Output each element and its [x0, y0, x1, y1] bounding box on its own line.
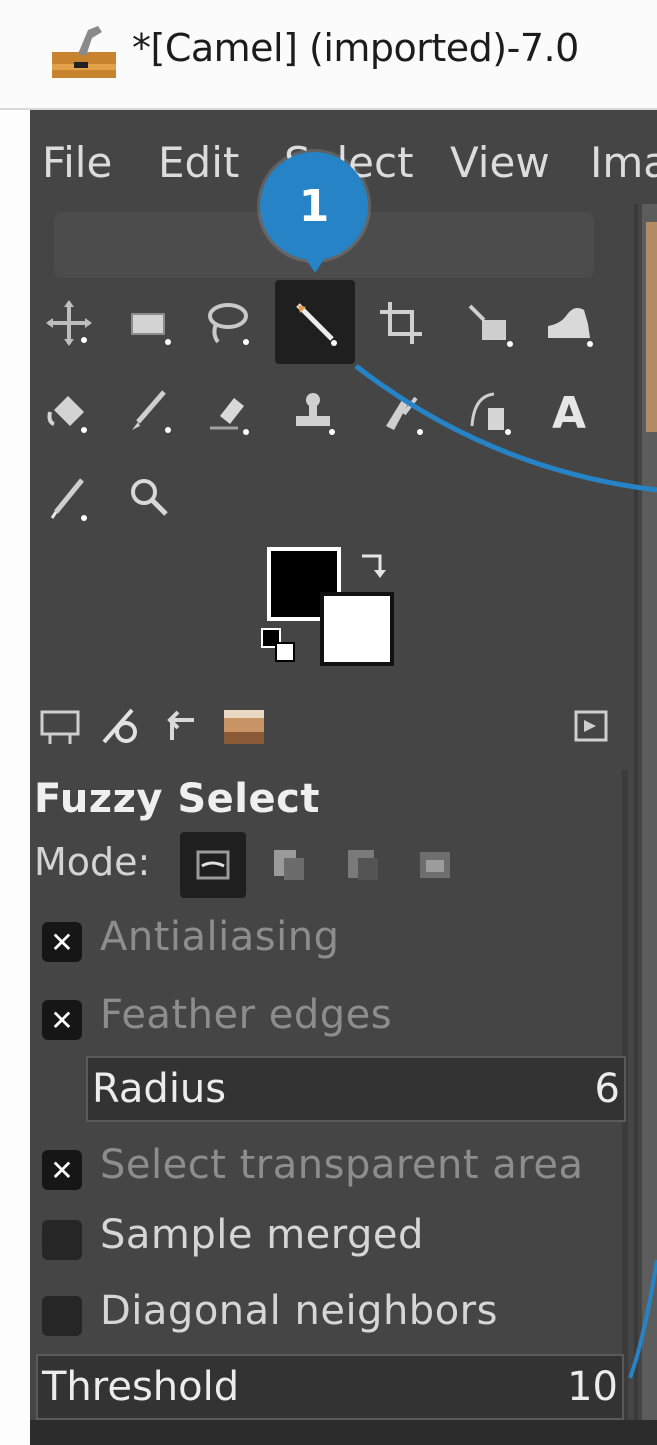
- bucket-fill-tool[interactable]: [34, 376, 104, 446]
- mode-subtract-button[interactable]: [330, 832, 396, 898]
- antialiasing-option[interactable]: ✕ Antialiasing: [38, 906, 638, 976]
- move-icon: [46, 300, 92, 346]
- clone-tool[interactable]: [278, 376, 348, 446]
- default-colors-icon[interactable]: [260, 627, 300, 667]
- magnifier-icon: [131, 479, 168, 516]
- paths-icon: [470, 392, 511, 435]
- eraser-tool[interactable]: [192, 376, 262, 446]
- paths-tool[interactable]: [454, 376, 524, 446]
- rect-select-tool[interactable]: [114, 288, 184, 358]
- window-title: *[Camel] (imported)-7.0: [132, 26, 579, 70]
- rect-select-icon: [131, 313, 171, 345]
- clone-stamp-icon: [296, 393, 335, 435]
- step-badge: 1: [260, 152, 368, 260]
- move-tool[interactable]: [34, 288, 104, 358]
- tool-options-tab[interactable]: [32, 698, 88, 754]
- magic-wand-icon: [296, 303, 337, 346]
- smudge-tool[interactable]: [366, 376, 436, 446]
- add-mode-icon: [274, 850, 304, 880]
- warp-transform-tool[interactable]: [534, 288, 604, 358]
- device-status-tab-icon: [102, 708, 137, 744]
- select-transparent-option[interactable]: ✕ Select transparent area: [38, 1134, 634, 1204]
- threshold-spinscale[interactable]: Threshold 10: [36, 1354, 624, 1420]
- threshold-label: Threshold: [42, 1364, 240, 1410]
- eyedropper-icon: [50, 478, 87, 521]
- color-picker-tool[interactable]: [34, 462, 104, 532]
- menu-view[interactable]: View: [450, 138, 550, 187]
- bucket-icon: [47, 396, 87, 433]
- menu-edit[interactable]: Edit: [158, 138, 239, 187]
- mode-add-button[interactable]: [256, 832, 322, 898]
- mode-label: Mode:: [34, 840, 151, 884]
- diagonal-neighbors-checkbox[interactable]: [42, 1296, 82, 1336]
- warp-icon: [548, 308, 593, 347]
- free-select-tool[interactable]: [192, 288, 262, 358]
- dock-tab-bar: [30, 688, 657, 764]
- threshold-value: 10: [567, 1364, 618, 1410]
- paintbrush-tool[interactable]: [114, 376, 184, 446]
- step-badge-pointer: [302, 253, 328, 273]
- feather-edges-checkbox[interactable]: ✕: [42, 1000, 82, 1040]
- sample-merged-checkbox[interactable]: [42, 1220, 82, 1260]
- text-icon: A: [552, 388, 586, 436]
- images-tab[interactable]: [216, 698, 272, 754]
- intersect-mode-icon: [420, 852, 450, 878]
- transform-icon: [468, 304, 513, 347]
- smudge-icon: [386, 396, 423, 435]
- canvas-image-edge: [646, 222, 657, 432]
- crop-tool[interactable]: [366, 288, 436, 358]
- title-bar: *[Camel] (imported)-7.0: [0, 0, 657, 110]
- sample-merged-option[interactable]: Sample merged: [38, 1204, 638, 1274]
- menu-file[interactable]: File: [42, 138, 112, 187]
- eraser-icon: [210, 398, 249, 435]
- subtract-mode-icon: [348, 850, 378, 880]
- replace-mode-icon: [196, 850, 230, 880]
- antialiasing-label: Antialiasing: [100, 914, 340, 960]
- zoom-tool[interactable]: [114, 462, 184, 532]
- undo-history-tab[interactable]: [154, 698, 210, 754]
- tool-options-title: Fuzzy Select: [34, 776, 320, 822]
- radius-value: 6: [594, 1066, 620, 1112]
- sample-merged-label: Sample merged: [100, 1212, 424, 1258]
- background-color-swatch[interactable]: [320, 592, 394, 666]
- feather-edges-label: Feather edges: [100, 992, 393, 1038]
- brush-icon: [132, 390, 171, 433]
- dock-menu-icon: [574, 710, 608, 742]
- dock-menu-button[interactable]: [564, 698, 620, 754]
- undo-history-tab-icon: [167, 710, 194, 740]
- antialiasing-checkbox[interactable]: ✕: [42, 922, 82, 962]
- menu-image[interactable]: Ima: [590, 138, 657, 187]
- feather-edges-option[interactable]: ✕ Feather edges: [38, 984, 638, 1054]
- diagonal-neighbors-option[interactable]: Diagonal neighbors: [38, 1280, 638, 1350]
- unified-transform-tool[interactable]: [454, 288, 524, 358]
- device-status-tab[interactable]: [92, 698, 148, 754]
- diagonal-neighbors-label: Diagonal neighbors: [100, 1288, 498, 1334]
- lasso-icon: [208, 303, 249, 345]
- images-tab-icon: [224, 710, 264, 744]
- mode-replace-button[interactable]: [180, 832, 246, 898]
- fuzzy-select-tool[interactable]: [275, 280, 355, 364]
- select-transparent-checkbox[interactable]: ✕: [42, 1150, 82, 1190]
- radius-spinscale[interactable]: Radius 6: [86, 1056, 626, 1122]
- gimp-icon: [52, 26, 116, 78]
- crop-icon: [380, 302, 422, 344]
- radius-label: Radius: [92, 1066, 227, 1112]
- select-transparent-label: Select transparent area: [100, 1142, 584, 1188]
- svg-text:A: A: [552, 388, 586, 436]
- gimp-window: File Edit Select View Ima A Fuzzy Select…: [30, 110, 657, 1445]
- tool-options-tab-icon: [40, 710, 80, 744]
- swap-colors-icon[interactable]: [358, 550, 388, 580]
- mode-intersect-button[interactable]: [402, 832, 468, 898]
- panel-bottom-edge: [30, 1420, 657, 1445]
- text-tool[interactable]: A: [534, 376, 604, 446]
